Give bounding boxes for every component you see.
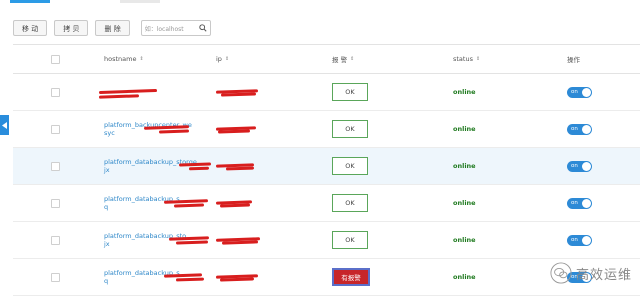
ok-button[interactable]: OK bbox=[332, 157, 368, 175]
copy-button[interactable]: 拷 贝 bbox=[54, 20, 89, 36]
row-checkbox[interactable] bbox=[51, 235, 60, 245]
collapse-sidebar-handle[interactable] bbox=[0, 115, 9, 135]
ok-button[interactable]: OK bbox=[332, 194, 368, 212]
enable-toggle[interactable]: on bbox=[567, 123, 592, 135]
redaction-mark bbox=[173, 203, 205, 208]
enable-toggle[interactable]: on bbox=[567, 197, 592, 209]
sort-icon[interactable]: ⇕ bbox=[139, 56, 143, 62]
toggle-knob bbox=[582, 124, 591, 134]
toolbar: 移 动 拷 贝 删 除 如：localhost bbox=[13, 20, 211, 38]
watermark: 高效运维 bbox=[550, 262, 632, 284]
ok-button[interactable]: OK bbox=[332, 231, 368, 249]
redaction-mark bbox=[219, 277, 255, 282]
toggle-label: on bbox=[571, 162, 578, 169]
toggle-knob bbox=[582, 198, 591, 208]
redaction-mark bbox=[225, 166, 255, 171]
alarm-header[interactable]: 报 警 bbox=[332, 54, 347, 64]
status-text: online bbox=[453, 236, 476, 244]
sort-icon[interactable]: ⇕ bbox=[476, 56, 480, 62]
table-header: hostname ⇕ ip ⇕ 报 警 ⇕ status ⇕ 操作 bbox=[13, 44, 640, 74]
toggle-knob bbox=[582, 87, 591, 97]
search-placeholder: 如：localhost bbox=[144, 25, 184, 33]
row-checkbox[interactable] bbox=[51, 161, 60, 171]
hostname-header[interactable]: hostname bbox=[104, 55, 136, 63]
operation-header: 操作 bbox=[567, 56, 580, 64]
status-text: online bbox=[453, 273, 476, 281]
redaction-mark bbox=[98, 93, 140, 99]
status-text: online bbox=[453, 88, 476, 96]
sort-icon[interactable]: ⇕ bbox=[225, 56, 229, 62]
table-row[interactable]: platform_databackup_s q OK online on bbox=[13, 185, 640, 222]
enable-toggle[interactable]: on bbox=[567, 234, 592, 246]
sort-icon[interactable]: ⇕ bbox=[350, 56, 354, 62]
status-header[interactable]: status bbox=[453, 55, 473, 63]
row-checkbox[interactable] bbox=[51, 272, 60, 282]
table-row[interactable]: platform_databackup_s q 有报警 online on bbox=[13, 259, 640, 296]
move-button[interactable]: 移 动 bbox=[13, 20, 48, 36]
row-checkbox[interactable] bbox=[51, 124, 60, 134]
alarm-button[interactable]: 有报警 bbox=[332, 268, 370, 286]
watermark-text: 高效运维 bbox=[575, 267, 632, 283]
ip-header[interactable]: ip bbox=[216, 55, 222, 63]
table-row[interactable]: platform_backupcenter_we syc OK online on bbox=[13, 111, 640, 148]
chevron-left-icon bbox=[2, 121, 7, 129]
toggle-label: on bbox=[571, 199, 578, 206]
search-input[interactable]: 如：localhost bbox=[140, 20, 211, 36]
table-row[interactable]: platform_databackup_storge jx OK online on bbox=[13, 148, 640, 185]
redaction-mark bbox=[163, 272, 203, 278]
redaction-mark bbox=[175, 240, 209, 245]
active-tab-indicator bbox=[10, 0, 50, 3]
toggle-label: on bbox=[571, 236, 578, 243]
toggle-knob bbox=[582, 235, 591, 245]
delete-button[interactable]: 删 除 bbox=[95, 20, 130, 36]
redaction-mark bbox=[175, 277, 205, 282]
select-all-checkbox[interactable] bbox=[51, 54, 60, 64]
enable-toggle[interactable]: on bbox=[567, 160, 592, 172]
enable-toggle[interactable]: on bbox=[567, 86, 592, 98]
redaction-mark bbox=[217, 129, 251, 134]
row-checkbox[interactable] bbox=[51, 87, 60, 97]
redaction-mark bbox=[219, 203, 251, 208]
redaction-mark bbox=[220, 91, 257, 97]
redaction-mark bbox=[98, 88, 158, 95]
search-icon[interactable] bbox=[199, 24, 207, 32]
redaction-mark bbox=[178, 161, 212, 167]
toggle-knob bbox=[582, 161, 591, 171]
table-row[interactable]: OK online on bbox=[13, 74, 640, 111]
ok-button[interactable]: OK bbox=[332, 120, 368, 138]
row-checkbox[interactable] bbox=[51, 198, 60, 208]
redaction-mark bbox=[188, 166, 210, 171]
tab-indicator bbox=[120, 0, 160, 3]
host-table: hostname ⇕ ip ⇕ 报 警 ⇕ status ⇕ 操作 OK online on… bbox=[13, 44, 640, 296]
redaction-mark bbox=[221, 239, 259, 245]
toggle-label: on bbox=[571, 88, 578, 95]
wechat-logo-icon bbox=[550, 262, 572, 284]
status-text: online bbox=[453, 199, 476, 207]
status-text: online bbox=[453, 162, 476, 170]
toggle-label: on bbox=[571, 125, 578, 132]
table-row[interactable]: platform_databackup_sto jx OK online on bbox=[13, 222, 640, 259]
ok-button[interactable]: OK bbox=[332, 83, 368, 101]
status-text: online bbox=[453, 125, 476, 133]
